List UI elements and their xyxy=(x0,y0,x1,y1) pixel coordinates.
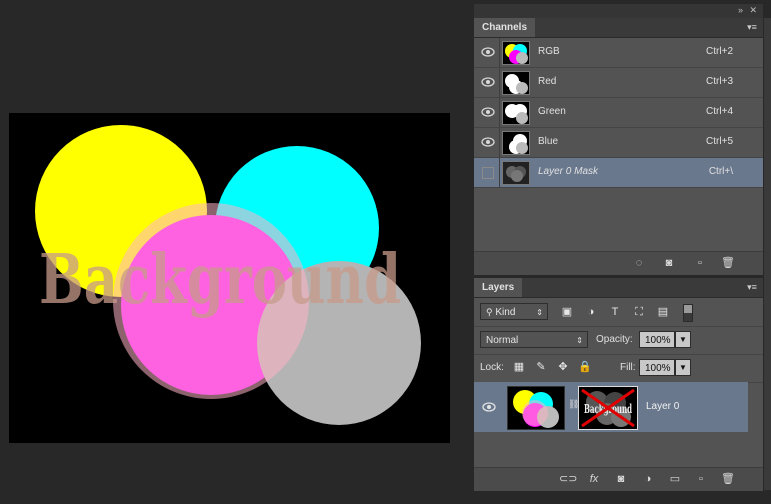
tab-channels[interactable]: Channels xyxy=(474,18,536,37)
opacity-input[interactable]: 100% xyxy=(639,331,675,348)
load-selection-icon[interactable]: ◌ xyxy=(632,257,646,270)
rgb-thumbnail xyxy=(502,41,530,65)
channel-shortcut: Ctrl+4 xyxy=(706,106,733,117)
channel-name: Blue xyxy=(538,136,559,147)
blend-mode-select[interactable]: Normal ⇕ xyxy=(480,331,588,348)
layers-tabbar: Layers ▾≡ xyxy=(474,278,763,298)
trash-icon[interactable]: 🗑 xyxy=(721,257,735,270)
channels-footer: ◌ ◙ ▫ 🗑 xyxy=(474,251,763,275)
double-chevron-right-icon[interactable]: » xyxy=(738,5,743,15)
filter-kind-label: Kind xyxy=(495,307,516,318)
background-text: Background xyxy=(39,240,401,320)
channel-name: Red xyxy=(538,76,557,87)
filter-toggle-switch[interactable] xyxy=(683,304,693,322)
trash-icon[interactable]: 🗑 xyxy=(721,473,735,486)
lock-position-move-icon[interactable]: ✥ xyxy=(556,360,570,374)
lock-transparent-icon[interactable]: ▦ xyxy=(512,360,526,374)
visibility-checkbox[interactable] xyxy=(482,167,494,179)
channel-row-green[interactable]: Green Ctrl+4 xyxy=(474,98,763,128)
red-thumbnail xyxy=(502,71,530,95)
lock-label: Lock: xyxy=(480,362,504,373)
eye-icon[interactable] xyxy=(481,46,495,58)
folder-icon[interactable]: ▭ xyxy=(668,473,682,486)
blue-thumbnail xyxy=(502,131,530,155)
mask-thumbnail xyxy=(502,161,530,185)
canvas-artwork: Background xyxy=(9,113,450,443)
channel-name: Green xyxy=(538,106,566,117)
channel-shortcut: Ctrl+2 xyxy=(706,46,733,57)
fill-label: Fill: xyxy=(620,362,636,373)
fill-input[interactable]: 100% xyxy=(639,359,675,376)
type-filter-icon[interactable]: T xyxy=(608,305,622,319)
layer-mask-thumbnail[interactable]: Background xyxy=(578,386,638,430)
close-panel-icon[interactable]: ✕ xyxy=(749,5,757,16)
channel-name: Layer 0 Mask xyxy=(538,166,599,177)
channel-row-red[interactable]: Red Ctrl+3 xyxy=(474,68,763,98)
opacity-dropdown-arrow-icon[interactable]: ▼ xyxy=(675,331,691,348)
new-layer-icon[interactable]: ▫ xyxy=(694,473,708,486)
lock-all-icon[interactable]: 🔒 xyxy=(578,360,592,374)
green-thumbnail xyxy=(502,101,530,125)
filter-kind-select[interactable]: ⚲ Kind ⇕ xyxy=(480,303,548,320)
fx-icon[interactable]: fx xyxy=(587,473,601,486)
panel-menu-icon[interactable]: ▾≡ xyxy=(745,22,759,33)
layers-panel: Layers ▾≡ ⚲ Kind ⇕ ▣ ◑ T ⛶ ▤ Normal ⇕ Op… xyxy=(474,278,763,491)
blend-mode-label: Normal xyxy=(486,335,519,346)
channel-name: RGB xyxy=(538,46,560,57)
tab-layers[interactable]: Layers xyxy=(474,278,523,297)
lock-image-brush-icon[interactable]: ✎ xyxy=(534,360,548,374)
add-mask-icon[interactable]: ◙ xyxy=(614,473,628,486)
panel-dock-header: » ✕ xyxy=(474,4,763,18)
panel-scrollbar[interactable] xyxy=(764,18,771,490)
document-canvas[interactable]: Background xyxy=(9,113,450,443)
search-icon: ⚲ xyxy=(486,307,493,317)
link-layers-icon[interactable]: ⊂⊃ xyxy=(559,473,577,486)
layer-name[interactable]: Layer 0 xyxy=(646,401,679,412)
blend-row: Normal ⇕ Opacity: 100% ▼ xyxy=(474,326,763,355)
lock-row: Lock: ▦ ✎ ✥ 🔒 Fill: 100% ▼ xyxy=(474,354,763,383)
save-selection-icon[interactable]: ◙ xyxy=(662,257,676,270)
adjustment-filter-icon[interactable]: ◑ xyxy=(584,305,598,319)
eye-icon[interactable] xyxy=(482,401,496,413)
eye-icon[interactable] xyxy=(481,76,495,88)
new-channel-icon[interactable]: ▫ xyxy=(693,257,707,270)
layer-filter-row: ⚲ Kind ⇕ ▣ ◑ T ⛶ ▤ xyxy=(474,298,763,327)
eye-icon[interactable] xyxy=(481,106,495,118)
image-filter-icon[interactable]: ▣ xyxy=(560,305,574,319)
channels-panel: Channels ▾≡ RGB Ctrl+2 Red Ctrl+3 Green … xyxy=(474,18,763,275)
eye-icon[interactable] xyxy=(481,136,495,148)
channel-row-layer0-mask[interactable]: Layer 0 Mask Ctrl+\ xyxy=(474,158,763,188)
updown-arrow-icon: ⇕ xyxy=(536,308,543,317)
updown-arrow-icon: ⇕ xyxy=(576,336,583,345)
channel-row-blue[interactable]: Blue Ctrl+5 xyxy=(474,128,763,158)
shape-filter-icon[interactable]: ⛶ xyxy=(632,305,646,319)
layers-footer: ⊂⊃ fx ◙ ◑ ▭ ▫ 🗑 xyxy=(474,467,763,491)
adjustment-layer-icon[interactable]: ◑ xyxy=(641,473,655,486)
channel-shortcut: Ctrl+\ xyxy=(708,166,733,177)
channel-row-rgb[interactable]: RGB Ctrl+2 xyxy=(474,38,763,68)
chain-link-icon[interactable]: ⛓ xyxy=(568,399,579,413)
panel-menu-icon[interactable]: ▾≡ xyxy=(745,282,759,293)
opacity-label: Opacity: xyxy=(596,334,633,345)
channel-shortcut: Ctrl+5 xyxy=(706,136,733,147)
channels-tabbar: Channels ▾≡ xyxy=(474,18,763,38)
layer-row-layer0[interactable]: ⛓ Background Layer 0 xyxy=(474,382,748,432)
layer-thumbnail xyxy=(507,386,565,430)
channel-shortcut: Ctrl+3 xyxy=(706,76,733,87)
fill-dropdown-arrow-icon[interactable]: ▼ xyxy=(675,359,691,376)
smart-object-filter-icon[interactable]: ▤ xyxy=(656,305,670,319)
